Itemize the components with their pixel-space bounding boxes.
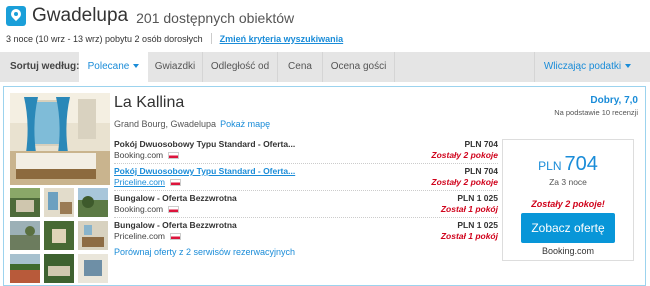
search-summary: 3 noce (10 wrz - 13 wrz) pobytu 2 osób d…	[6, 33, 343, 44]
sort-option-stars[interactable]: Gwiazdki	[148, 52, 203, 82]
deal-row[interactable]: Pokój Dwuosobowy Typu Standard - Oferta.…	[114, 166, 498, 190]
sort-option-recommended[interactable]: Polecane	[79, 52, 148, 82]
sort-label: Sortuj według:	[10, 61, 80, 72]
destination-title: Gwadelupa	[32, 5, 129, 26]
map-pin-icon	[6, 6, 26, 26]
poland-flag-icon	[168, 151, 180, 159]
divider	[210, 33, 212, 44]
deal-name: Pokój Dwuosobowy Typu Standard - Oferta.…	[114, 139, 296, 149]
deal-price: PLN 1 025	[457, 193, 498, 203]
poland-flag-icon	[170, 232, 182, 240]
rating-review-count: Na podstawie 10 recenzji	[554, 108, 638, 117]
price-nights: Za 3 noce	[549, 177, 587, 187]
show-map-link[interactable]: Pokaż mapę	[220, 119, 270, 129]
rating-summary[interactable]: Dobry, 7,0 Na podstawie 10 recenzji	[554, 95, 638, 117]
deal-price: PLN 704	[464, 166, 498, 176]
deal-price: PLN 704	[464, 139, 498, 149]
compare-offers-link[interactable]: Porównaj oferty z 2 serwisów rezerwacyjn…	[114, 247, 295, 257]
rating-label: Dobry, 7,0	[590, 95, 638, 106]
sort-option-price[interactable]: Cena	[278, 52, 323, 82]
rooms-left-alert: Zostały 2 pokoje!	[531, 199, 605, 209]
thumbnail[interactable]	[44, 254, 74, 283]
thumbnail[interactable]	[10, 254, 40, 283]
hotel-address: Grand Bourg, Gwadelupa Pokaż mapę	[114, 119, 270, 129]
hotel-name[interactable]: La Kallina	[114, 94, 184, 112]
results-count: 201 dostępnych obiektów	[136, 9, 295, 26]
price-amount: 704	[564, 153, 598, 175]
rooms-left: Zostały 2 pokoje	[431, 150, 498, 160]
deal-provider: Priceline.com	[114, 177, 182, 187]
thumbnail[interactable]	[10, 188, 40, 217]
rooms-left: Został 1 pokój	[440, 231, 498, 241]
rooms-left: Został 1 pokój	[440, 204, 498, 214]
rooms-left: Zostały 2 pokoje	[431, 177, 498, 187]
thumbnail[interactable]	[78, 188, 108, 217]
deal-row[interactable]: Bungalow - Oferta Bezzwrotna Booking.com…	[114, 193, 498, 217]
sort-option-label: Odległość od	[210, 61, 270, 72]
best-price-provider: Booking.com	[541, 246, 595, 256]
deal-provider: Priceline.com	[114, 231, 182, 241]
sort-option-label: Gwiazdki	[154, 61, 196, 72]
sort-option-label: Cena	[288, 61, 312, 72]
price-currency: PLN	[538, 159, 562, 173]
caret-down-icon	[625, 64, 632, 69]
deal-name: Bungalow - Oferta Bezzwrotna	[114, 193, 237, 203]
provider-name: Booking.com	[114, 204, 164, 214]
tax-toggle-label: Wliczając podatki	[543, 61, 622, 72]
hotel-main-photo[interactable]	[10, 93, 110, 185]
thumbnail[interactable]	[78, 254, 108, 283]
divider	[114, 163, 498, 164]
change-criteria-link[interactable]: Zmień kryteria wyszukiwania	[220, 34, 344, 44]
caret-down-icon	[133, 64, 140, 69]
sort-option-distance[interactable]: Odległość od	[203, 52, 278, 82]
divider	[114, 217, 498, 218]
thumbnail[interactable]	[78, 221, 108, 250]
results-header: Gwadelupa 201 dostępnych obiektów	[6, 4, 294, 28]
address-text: Grand Bourg, Gwadelupa	[114, 119, 217, 129]
divider	[114, 190, 498, 191]
deal-name: Bungalow - Oferta Bezzwrotna	[114, 220, 237, 230]
hotel-card: La Kallina Grand Bourg, Gwadelupa Pokaż m…	[3, 86, 646, 286]
deal-price: PLN 1 025	[457, 220, 498, 230]
best-price-box: PLN 704 Za 3 noce Zostały 2 pokoje! Zobac…	[502, 139, 634, 261]
thumbnail[interactable]	[10, 221, 40, 250]
deal-row[interactable]: Pokój Dwuosobowy Typu Standard - Oferta.…	[114, 139, 498, 163]
view-deal-button[interactable]: Zobacz ofertę	[521, 213, 615, 243]
thumbnail[interactable]	[44, 221, 74, 250]
sort-option-label: Ocena gości	[330, 61, 387, 72]
poland-flag-icon	[170, 178, 182, 186]
deal-name: Pokój Dwuosobowy Typu Standard - Oferta.…	[114, 166, 296, 176]
trip-details: 3 noce (10 wrz - 13 wrz) pobytu 2 osób d…	[6, 33, 203, 44]
provider-name: Booking.com	[114, 150, 164, 160]
deal-row[interactable]: Bungalow - Oferta Bezzwrotna Priceline.c…	[114, 220, 498, 244]
deal-provider: Booking.com	[114, 150, 180, 160]
thumbnail[interactable]	[44, 188, 74, 217]
provider-name: Priceline.com	[114, 231, 166, 241]
sort-option-rating[interactable]: Ocena gości	[323, 52, 395, 82]
poland-flag-icon	[168, 205, 180, 213]
provider-name: Priceline.com	[114, 177, 166, 187]
sort-bar: Sortuj według: Polecane Gwiazdki Odległo…	[0, 52, 650, 82]
tax-toggle-dropdown[interactable]: Wliczając podatki	[534, 52, 640, 82]
sort-option-label: Polecane	[87, 61, 130, 72]
deal-provider: Booking.com	[114, 204, 180, 214]
best-price: PLN 704	[503, 153, 633, 176]
